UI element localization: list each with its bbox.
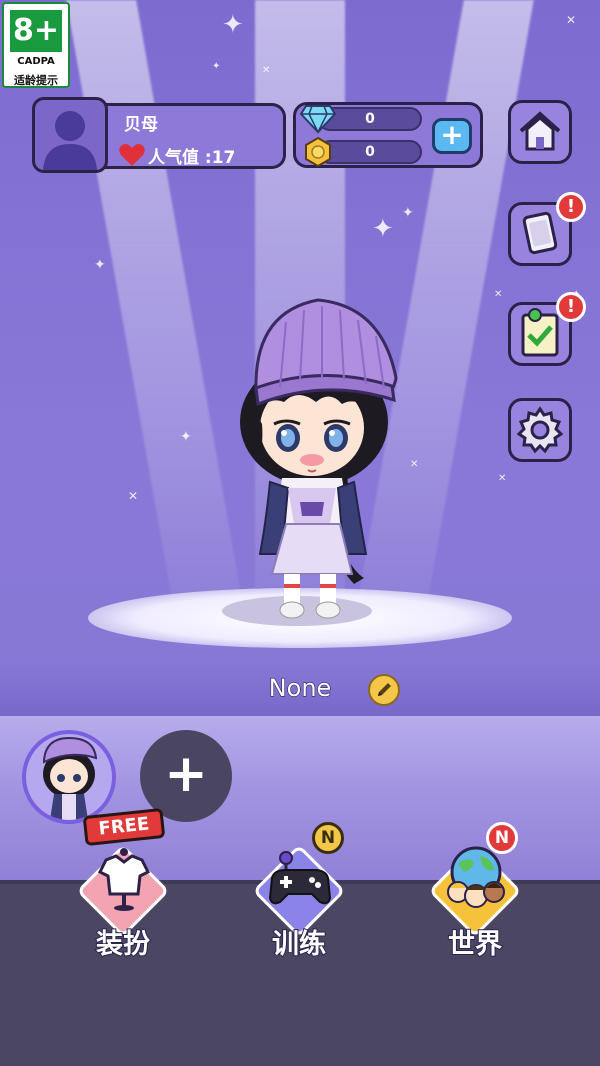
- player-name: 贝母: [124, 115, 158, 135]
- character-slot-1[interactable]: [22, 730, 116, 824]
- nav-dress-up[interactable]: 装扮: [68, 838, 178, 961]
- diamond-icon: [300, 105, 336, 134]
- nav-world-label: 世界: [447, 928, 503, 961]
- sparkle-icon: ✕: [128, 489, 139, 503]
- globe-friends-icon: [447, 846, 505, 908]
- gamepad-icon: [268, 851, 332, 905]
- home-icon: [519, 111, 561, 151]
- shirt-mannequin-icon: [97, 848, 151, 911]
- sparkle-icon: ✦: [212, 61, 221, 72]
- age-rating-badge: 8+ CADPA 适龄提示: [2, 2, 70, 88]
- avatar-placeholder-icon: [43, 111, 97, 170]
- add-currency-button[interactable]: +: [432, 118, 472, 154]
- character-thumbnail: [43, 736, 98, 820]
- cards-alert-badge: !: [556, 192, 586, 222]
- add-character-label: +: [164, 744, 208, 804]
- character-name: None: [268, 673, 332, 702]
- sparkle-icon: ✦: [402, 205, 414, 221]
- popularity-label: 人气值: [148, 148, 199, 168]
- age-rating-org: CADPA: [17, 56, 55, 67]
- edit-name-button[interactable]: [368, 674, 400, 706]
- nav-training-label: 训练: [271, 928, 327, 961]
- pencil-icon: [378, 683, 391, 696]
- player-avatar[interactable]: [32, 97, 108, 173]
- sparkle-icon: ✦: [372, 214, 394, 244]
- sparkle-icon: ✦: [222, 10, 244, 40]
- sparkle-icon: ✕: [494, 289, 503, 300]
- spotlight-beam-left: [66, 0, 244, 610]
- popularity-value: :17: [204, 148, 236, 168]
- sparkle-icon: ✕: [498, 473, 507, 484]
- age-rating-label: 8+: [10, 10, 62, 52]
- sparkle-icon: ✕: [410, 459, 419, 470]
- nav-world[interactable]: 世界: [420, 838, 530, 961]
- heart-icon: [119, 144, 145, 166]
- age-rating-note: 适龄提示: [14, 74, 58, 87]
- coin-icon: [305, 136, 331, 168]
- sparkle-icon: ✦: [180, 429, 192, 445]
- world-new-badge: N: [486, 822, 518, 854]
- character[interactable]: [226, 292, 406, 626]
- home-button[interactable]: [508, 100, 572, 164]
- nav-dress-up-label: 装扮: [95, 928, 151, 961]
- gear-icon: [516, 406, 564, 454]
- settings-button[interactable]: [508, 398, 572, 462]
- sparkle-icon: ✕: [262, 65, 271, 76]
- nav-training[interactable]: 训练: [244, 838, 354, 961]
- game-stage: ✦ ✦ ✦ ✦ ✦ ✦ ✕ ✕ ✕ ✕ ✕ ✕ ✦: [0, 0, 600, 1066]
- sparkle-icon: ✦: [94, 257, 106, 273]
- sparkle-icon: ✕: [566, 13, 577, 27]
- tasks-alert-badge: !: [556, 292, 586, 322]
- training-new-badge: N: [312, 822, 344, 854]
- popularity: 人气值 :17: [148, 143, 235, 168]
